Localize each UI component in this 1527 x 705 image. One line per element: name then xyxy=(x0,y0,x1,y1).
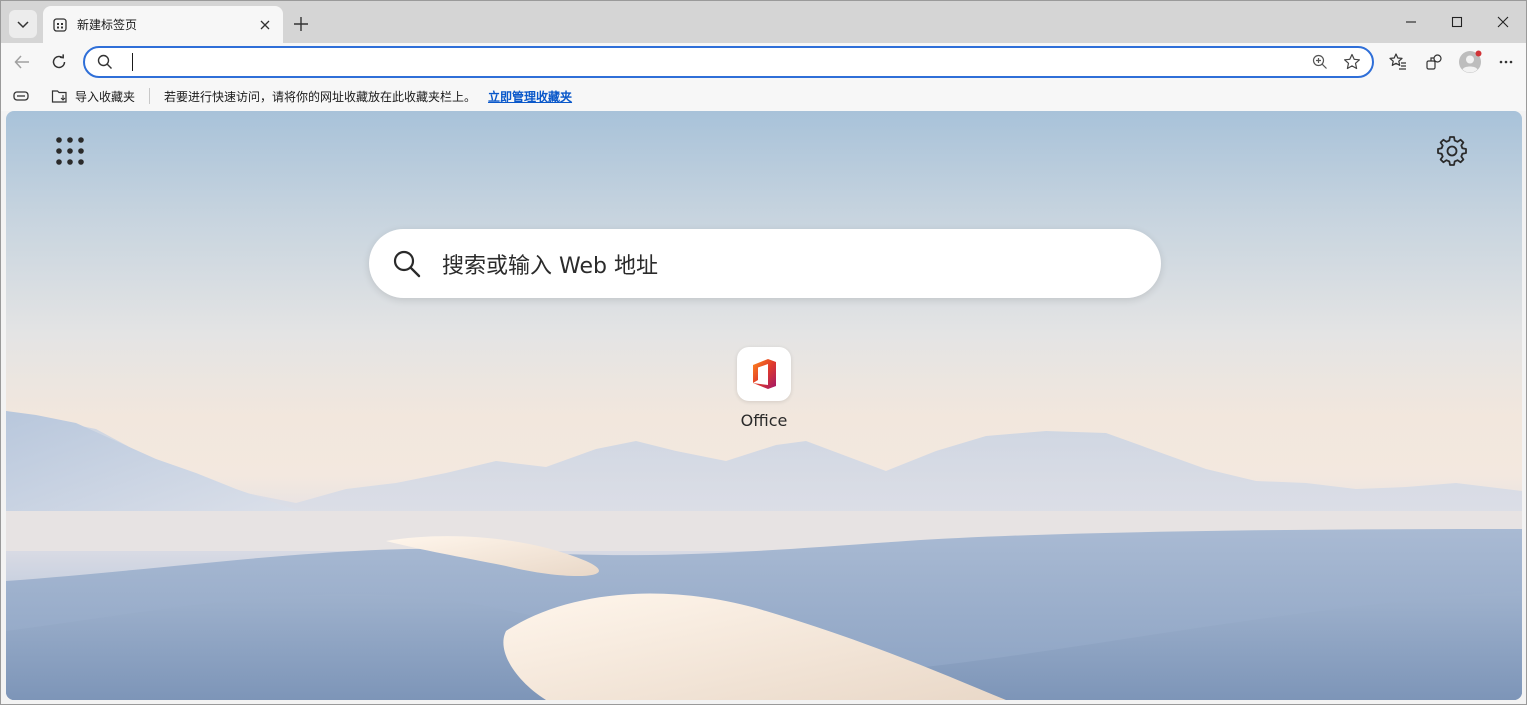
office-icon xyxy=(737,347,791,401)
import-favorites-label: 导入收藏夹 xyxy=(75,89,136,104)
title-bar: 新建标签页 xyxy=(1,1,1526,43)
favorites-hint: 若要进行快速访问，请将你的网址收藏放在此收藏夹栏上。 xyxy=(164,89,477,104)
extensions-button[interactable] xyxy=(1419,47,1449,77)
close-tab-button[interactable] xyxy=(251,11,279,39)
star-icon xyxy=(1344,53,1360,70)
back-button[interactable] xyxy=(7,47,37,77)
toolbar xyxy=(1,43,1526,81)
maximize-icon xyxy=(1451,16,1463,28)
refresh-icon xyxy=(52,54,66,69)
zoom-button[interactable] xyxy=(1304,54,1336,70)
folder-import-icon xyxy=(51,90,67,103)
import-favorites-button[interactable]: 导入收藏夹 xyxy=(51,88,135,105)
new-tab-button[interactable] xyxy=(287,10,315,38)
page-settings-button[interactable] xyxy=(1434,133,1470,169)
search-icon xyxy=(372,249,442,279)
extensions-icon xyxy=(1426,54,1442,70)
close-icon xyxy=(1497,16,1509,28)
tab-new-tab[interactable]: 新建标签页 xyxy=(43,6,283,43)
quick-link-office[interactable]: Office xyxy=(724,347,804,437)
web-search-box[interactable]: 搜索或输入 Web 地址 xyxy=(369,229,1161,298)
profile-button[interactable] xyxy=(1455,47,1485,77)
divider xyxy=(149,88,151,104)
app-launcher-button[interactable] xyxy=(52,133,88,169)
close-icon xyxy=(260,20,270,29)
avatar xyxy=(1459,50,1482,73)
plus-icon xyxy=(294,17,308,31)
minimize-icon xyxy=(1406,21,1416,23)
zoom-in-icon xyxy=(1312,54,1327,69)
newtab-icon xyxy=(53,17,67,32)
favorites-button[interactable] xyxy=(1383,47,1413,77)
new-tab-page: 搜索或输入 Web 地址 Office xyxy=(6,111,1522,700)
more-icon xyxy=(1499,60,1513,64)
more-button[interactable] xyxy=(1491,47,1521,77)
app-launcher-icon xyxy=(56,137,84,165)
search-icon xyxy=(85,54,125,70)
browser-window: 新建标签页 导入收藏夹 若要进行快速访问，请将你的网址收藏放在此收藏夹栏上。 立… xyxy=(0,0,1527,705)
maximize-button[interactable] xyxy=(1434,1,1480,43)
tab-title: 新建标签页 xyxy=(77,18,138,32)
gear-icon xyxy=(1437,136,1467,166)
quick-link-label: Office xyxy=(740,411,788,430)
address-bar[interactable] xyxy=(83,46,1374,78)
arrow-left-icon xyxy=(14,55,29,69)
favorites-bar: 导入收藏夹 若要进行快速访问，请将你的网址收藏放在此收藏夹栏上。 立即管理收藏夹 xyxy=(1,81,1526,111)
address-input[interactable] xyxy=(133,49,1304,75)
search-placeholder: 搜索或输入 Web 地址 xyxy=(442,253,658,279)
tab-actions-button[interactable] xyxy=(9,10,37,38)
collections-icon[interactable] xyxy=(13,88,29,104)
chevron-down-icon xyxy=(17,21,29,29)
add-favorite-button[interactable] xyxy=(1336,53,1368,71)
favorites-icon xyxy=(1389,53,1406,70)
manage-favorites-link[interactable]: 立即管理收藏夹 xyxy=(488,88,572,105)
refresh-button[interactable] xyxy=(44,47,74,77)
close-window-button[interactable] xyxy=(1480,1,1526,43)
minimize-button[interactable] xyxy=(1388,1,1434,43)
